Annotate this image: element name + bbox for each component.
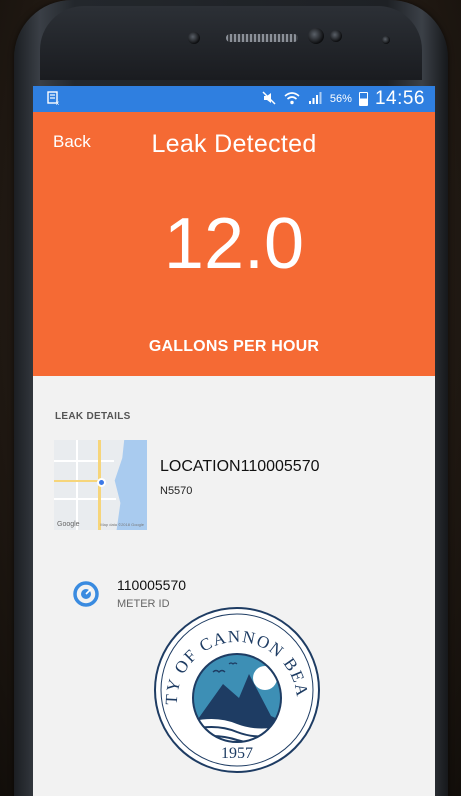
mute-icon [262, 91, 277, 107]
map-highway [54, 480, 102, 482]
battery-percent: 56% [329, 92, 352, 105]
location-name: LOCATION110005570 [160, 458, 320, 475]
signal-icon [307, 91, 323, 107]
map-street [54, 498, 116, 500]
proximity-sensor [330, 30, 342, 42]
phone-top-bezel [40, 6, 422, 80]
city-seal-logo: CITY OF CANNON BEACH 1957 [146, 591, 321, 774]
notification-icon: x [47, 91, 61, 107]
earpiece-speaker [226, 34, 298, 42]
leak-rate-value: 12.0 [163, 204, 305, 284]
map-water [114, 440, 147, 530]
map-credit-label: Map data ©2018 Google [100, 522, 144, 527]
map-street [54, 460, 114, 462]
leak-header: Back Leak Detected 12.0 GALLONS PER HOUR [33, 112, 435, 376]
svg-text:1957: 1957 [221, 745, 253, 762]
map-pin-icon [97, 478, 106, 487]
phone-screen: x 56% 14:56 Back Leak Detected 12.0 GALL… [33, 86, 435, 796]
location-code: N5570 [160, 485, 193, 497]
leak-details-heading: LEAK DETAILS [55, 411, 131, 422]
light-sensor [382, 36, 390, 44]
meter-gauge-icon [72, 580, 100, 608]
front-camera [308, 28, 324, 44]
map-street [76, 440, 78, 530]
svg-text:x: x [56, 101, 59, 105]
status-time: 14:56 [374, 88, 425, 109]
battery-icon [358, 92, 368, 106]
map-brand-label: Google [57, 521, 80, 528]
front-sensor [188, 32, 200, 44]
wifi-icon [284, 91, 300, 107]
location-map-thumbnail[interactable]: Google Map data ©2018 Google [54, 440, 147, 530]
status-bar: x 56% 14:56 [33, 86, 435, 112]
meter-id-value: 110005570 [117, 577, 187, 593]
page-title: Leak Detected [151, 130, 317, 158]
leak-rate-unit: GALLONS PER HOUR [148, 338, 320, 355]
